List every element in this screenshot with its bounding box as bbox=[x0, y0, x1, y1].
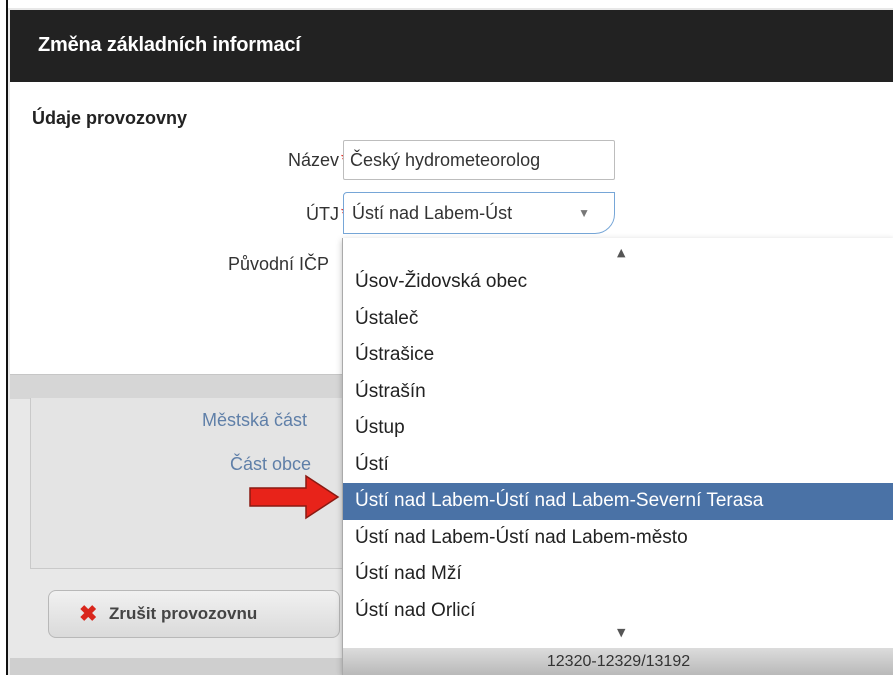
dropdown-options: Úsov-Židovská obec Ústaleč Ústrašice Úst… bbox=[343, 264, 893, 629]
cancel-facility-button[interactable]: ✖ Zrušit provozovnu bbox=[48, 590, 340, 638]
red-arrow-icon bbox=[249, 474, 340, 520]
utj-dropdown-list[interactable]: ▲ Úsov-Židovská obec Ústaleč Ústrašice Ú… bbox=[342, 238, 893, 675]
outer-border-left bbox=[0, 0, 8, 675]
dropdown-option[interactable]: Úsov-Židovská obec bbox=[343, 264, 893, 301]
outer-border-top bbox=[0, 0, 893, 8]
dropdown-option[interactable]: Ústup bbox=[343, 410, 893, 447]
name-label-text: Název bbox=[287, 150, 339, 170]
cancel-facility-button-label: Zrušit provozovnu bbox=[109, 604, 258, 623]
dropdown-option[interactable]: Ústrašice bbox=[343, 337, 893, 374]
chevron-down-icon[interactable]: ▼ bbox=[578, 193, 590, 233]
original-icp-label: Původní IČP bbox=[227, 254, 329, 274]
chevron-down-icon[interactable]: ▼ bbox=[617, 626, 625, 639]
utj-select-value: Ústí nad Labem-Úst bbox=[352, 203, 513, 223]
city-part-label: Městská část bbox=[202, 410, 308, 430]
modal-title: Změna základních informací bbox=[38, 34, 301, 56]
dropdown-option-active[interactable]: Ústí nad Labem-Ústí nad Labem-Severní Te… bbox=[343, 483, 893, 520]
x-icon: ✖ bbox=[79, 601, 98, 626]
dropdown-option[interactable]: Ústí nad Mží bbox=[343, 556, 893, 593]
dropdown-footer-status: 12320-12329/13192 bbox=[343, 648, 893, 675]
name-label: Název* bbox=[288, 150, 348, 171]
dropdown-option[interactable]: Ústaleč bbox=[343, 301, 893, 338]
utj-label: ÚTJ* bbox=[306, 204, 348, 225]
dropdown-option[interactable]: Ústí nad Labem-Ústí nad Labem-město bbox=[343, 520, 893, 557]
dropdown-option[interactable]: Ústí nad Orlicí bbox=[343, 593, 893, 630]
section-title: Údaje provozovny bbox=[32, 108, 188, 128]
name-input[interactable]: Český hydrometeorolog bbox=[343, 140, 615, 180]
utj-select[interactable]: Ústí nad Labem-Úst ▼ bbox=[343, 192, 615, 234]
town-part-label: Část obce bbox=[230, 454, 312, 474]
chevron-up-icon[interactable]: ▲ bbox=[617, 246, 625, 259]
modal-header: Změna základních informací bbox=[10, 10, 893, 82]
screenshot-frame: Změna základních informací Údaje provozo… bbox=[0, 0, 893, 675]
utj-label-text: ÚTJ bbox=[305, 204, 339, 224]
dropdown-option[interactable]: Ústí bbox=[343, 447, 893, 484]
dropdown-option[interactable]: Ústrašín bbox=[343, 374, 893, 411]
